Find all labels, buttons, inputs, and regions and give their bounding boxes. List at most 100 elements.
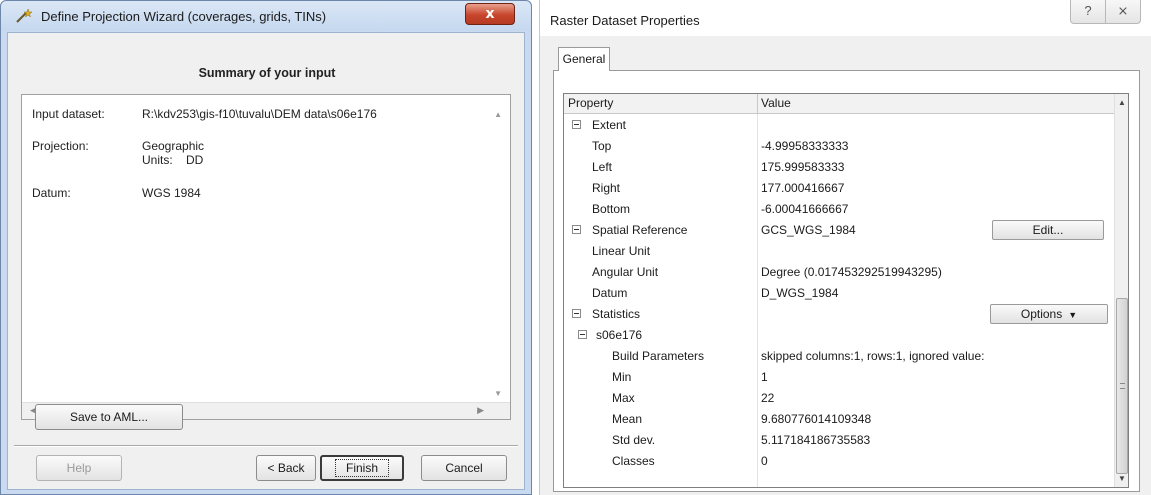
finish-button-label: Finish (334, 459, 389, 477)
scroll-up-arrow-icon[interactable]: ▲ (494, 110, 502, 119)
table-row[interactable]: Mean 9.680776014109348 (564, 409, 1114, 430)
scroll-down-arrow-icon[interactable]: ▼ (1118, 474, 1126, 483)
row-property: s06e176 (596, 328, 643, 342)
row-property: Left (592, 160, 613, 174)
properties-titlebar[interactable]: Raster Dataset Properties ? ⨯ (540, 0, 1151, 36)
row-value: 1 (761, 370, 768, 384)
row-property: Build Parameters (612, 349, 705, 363)
column-header-property[interactable]: Property (568, 96, 613, 110)
row-property: Spatial Reference (592, 223, 688, 237)
row-property: Classes (612, 454, 655, 468)
question-mark-icon: ? (1084, 3, 1092, 18)
row-value: 9.680776014109348 (761, 412, 872, 426)
table-row[interactable]: Linear Unit (564, 241, 1114, 262)
row-value: -6.00041666667 (761, 202, 849, 216)
dropdown-arrow-icon: ▼ (1068, 310, 1078, 320)
row-value: skipped columns:1, rows:1, ignored value… (761, 349, 985, 363)
back-button[interactable]: < Back (256, 455, 316, 481)
column-header-value[interactable]: Value (761, 96, 791, 110)
units-line: Units: DD (142, 153, 203, 167)
row-property: Bottom (592, 202, 631, 216)
table-row[interactable]: Datum D_WGS_1984 (564, 283, 1114, 304)
table-row[interactable]: Std dev. 5.117184186735583 (564, 430, 1114, 451)
projection-value: Geographic (142, 139, 205, 153)
row-value: 177.000416667 (761, 181, 845, 195)
row-value: GCS_WGS_1984 (761, 223, 856, 237)
wizard-close-button[interactable]: x (465, 3, 515, 25)
row-value: 5.117184186735583 (761, 433, 871, 447)
row-value: 0 (761, 454, 768, 468)
wizard-titlebar[interactable]: Define Projection Wizard (coverages, gri… (1, 1, 531, 31)
row-property: Linear Unit (592, 244, 651, 258)
datum-value: WGS 1984 (142, 186, 201, 200)
property-grid-vertical-scrollbar[interactable]: ▲ ▼ (1114, 94, 1128, 487)
close-icon: ⨯ (1117, 3, 1129, 18)
scroll-right-arrow-icon[interactable]: ▶ (477, 405, 484, 416)
collapse-toggle-icon[interactable] (572, 225, 581, 234)
table-row[interactable]: Right 177.000416667 (564, 178, 1114, 199)
options-button-label: Options (1020, 307, 1063, 321)
wizard-title: Define Projection Wizard (coverages, gri… (41, 9, 327, 24)
help-button[interactable]: Help (36, 455, 122, 481)
table-row[interactable]: Max 22 (564, 388, 1114, 409)
row-property: Datum (592, 286, 628, 300)
button-divider-highlight (14, 446, 518, 447)
row-property: Statistics (592, 307, 641, 321)
table-row[interactable]: s06e176 (564, 325, 1114, 346)
table-row[interactable]: Build Parameters skipped columns:1, rows… (564, 346, 1114, 367)
row-property: Top (592, 139, 612, 153)
summary-text-box[interactable]: Input dataset: R:\kdv253\gis-f10\tuvalu\… (21, 94, 511, 420)
row-property: Min (612, 370, 632, 384)
datum-label: Datum: (32, 186, 71, 200)
row-value: 22 (761, 391, 775, 405)
property-grid-header: Property Value (564, 94, 1114, 114)
table-row[interactable]: Angular Unit Degree (0.01745329251994329… (564, 262, 1114, 283)
row-value: D_WGS_1984 (761, 286, 839, 300)
table-row[interactable]: Top -4.99958333333 (564, 136, 1114, 157)
row-property: Max (612, 391, 635, 405)
magic-wand-icon (16, 8, 33, 23)
row-value: 175.999583333 (761, 160, 845, 174)
table-row[interactable]: Spatial Reference GCS_WGS_1984 Edit... (564, 220, 1114, 241)
row-property: Right (592, 181, 621, 195)
table-row[interactable]: Min 1 (564, 367, 1114, 388)
table-row[interactable]: Bottom -6.00041666667 (564, 199, 1114, 220)
scrollbar-grip-icon (1120, 383, 1125, 389)
projection-label: Projection: (32, 139, 89, 153)
scrollbar-thumb[interactable] (1116, 298, 1128, 474)
table-row[interactable]: Classes 0 (564, 451, 1114, 472)
scroll-up-arrow-icon[interactable]: ▲ (1118, 98, 1126, 107)
finish-button[interactable]: Finish (320, 455, 404, 481)
save-to-aml-button[interactable]: Save to AML... (35, 404, 183, 430)
statistics-options-button[interactable]: Options ▼ (990, 304, 1108, 324)
summary-title: Summary of your input (198, 66, 336, 80)
scroll-down-arrow-icon[interactable]: ▼ (494, 389, 502, 398)
close-icon: x (485, 6, 495, 22)
units-label: Units: (142, 153, 173, 167)
units-value: DD (186, 153, 204, 167)
context-help-button[interactable]: ? (1070, 0, 1106, 24)
general-tab-panel: Property Value Extent Top -4.99958333333… (553, 70, 1140, 492)
collapse-toggle-icon[interactable] (578, 330, 587, 339)
collapse-toggle-icon[interactable] (572, 120, 581, 129)
input-dataset-label: Input dataset: (32, 107, 105, 121)
column-separator[interactable] (757, 94, 758, 114)
row-property: Extent (592, 118, 627, 132)
edit-spatial-reference-button[interactable]: Edit... (992, 220, 1104, 240)
property-grid[interactable]: Property Value Extent Top -4.99958333333… (563, 93, 1129, 488)
row-value: Degree (0.017453292519943295) (761, 265, 942, 279)
row-property: Std dev. (612, 433, 656, 447)
row-value: -4.99958333333 (761, 139, 849, 153)
table-row[interactable]: Extent (564, 115, 1114, 136)
properties-title: Raster Dataset Properties (550, 13, 700, 28)
table-row[interactable]: Left 175.999583333 (564, 157, 1114, 178)
wizard-client-area: Summary of your input Input dataset: R:\… (7, 32, 525, 490)
collapse-toggle-icon[interactable] (572, 309, 581, 318)
cancel-button[interactable]: Cancel (421, 455, 507, 481)
raster-dataset-properties-window: Raster Dataset Properties ? ⨯ General Pr… (539, 0, 1151, 495)
tab-general[interactable]: General (558, 47, 610, 71)
properties-close-button[interactable]: ⨯ (1105, 0, 1141, 24)
row-property: Angular Unit (592, 265, 659, 279)
table-row[interactable]: Statistics Options ▼ (564, 304, 1114, 325)
define-projection-wizard-window: Define Projection Wizard (coverages, gri… (0, 0, 532, 495)
